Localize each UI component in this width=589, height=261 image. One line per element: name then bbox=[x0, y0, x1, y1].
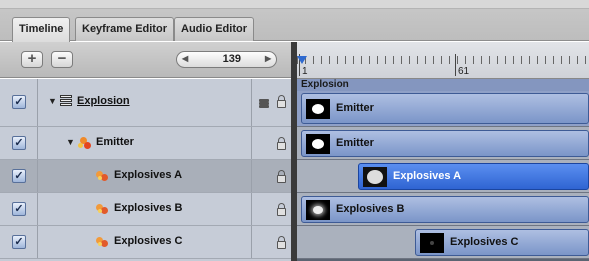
add-layer-button[interactable]: + bbox=[21, 51, 43, 68]
layer-enable-checkbox[interactable]: ✓ bbox=[12, 136, 26, 150]
lock-cell bbox=[251, 226, 291, 258]
timeline-bar-explosives-b[interactable]: Explosives B bbox=[301, 196, 589, 223]
timeline-bar-emitter[interactable]: Emitter bbox=[301, 130, 589, 157]
ruler-major-tick bbox=[455, 54, 456, 76]
timeline-bar-explosion[interactable]: Emitter bbox=[301, 93, 589, 124]
layer-row-emitter[interactable]: ✓ ▼ Emitter bbox=[0, 127, 291, 160]
ruler-label-start: 1 bbox=[302, 66, 308, 77]
bar-thumbnail bbox=[306, 99, 330, 119]
layer-row-explosives-b[interactable]: ✓ Explosives B bbox=[0, 193, 291, 226]
layer-enable-checkbox[interactable]: ✓ bbox=[12, 169, 26, 183]
layer-row-explosives-a[interactable]: ✓ Explosives A bbox=[0, 160, 291, 193]
particle-cell-icon bbox=[95, 202, 109, 216]
group-track-label: Explosion bbox=[297, 79, 589, 91]
tab-bar: Timeline Keyframe Editor Audio Editor bbox=[0, 0, 589, 42]
timeline-window: Timeline Keyframe Editor Audio Editor + … bbox=[0, 0, 589, 261]
bar-thumbnail bbox=[363, 167, 387, 187]
layer-name[interactable]: Explosives B bbox=[114, 202, 182, 214]
ruler-label-mid: 61 bbox=[458, 66, 470, 77]
bar-label: Emitter bbox=[336, 102, 374, 114]
bar-label: Emitter bbox=[336, 137, 374, 149]
track-row-explosion: Explosion Emitter bbox=[297, 79, 589, 127]
ruler-ticks bbox=[297, 56, 589, 64]
bar-label: Explosives A bbox=[393, 170, 462, 182]
playhead-marker[interactable] bbox=[297, 56, 307, 64]
timeline-bar-explosives-c[interactable]: Explosives C bbox=[415, 229, 589, 256]
timeline-bar-explosives-a[interactable]: Explosives A bbox=[358, 163, 589, 190]
checkbox-cell: ✓ bbox=[0, 79, 38, 126]
layer-row-explosives-c[interactable]: ✓ Explosives C bbox=[0, 226, 291, 259]
layer-enable-checkbox[interactable]: ✓ bbox=[12, 95, 26, 109]
bar-thumbnail bbox=[306, 200, 330, 220]
layers-list: ✓ ▼ Explosion ✓ ▼ Emitter ✓ Explosives A… bbox=[0, 79, 291, 261]
lock-icon[interactable] bbox=[277, 95, 286, 108]
bar-label: Explosives C bbox=[450, 236, 519, 248]
current-frame-field[interactable]: ◀ 139 ▶ bbox=[176, 51, 277, 68]
current-frame-value: 139 bbox=[222, 53, 241, 65]
group-icon bbox=[60, 95, 73, 107]
track-row-explosives-b: Explosives B bbox=[297, 193, 589, 226]
checkbox-cell: ✓ bbox=[0, 160, 38, 192]
tab-audio-editor[interactable]: Audio Editor bbox=[174, 17, 254, 41]
checkbox-cell: ✓ bbox=[0, 226, 38, 258]
lock-icon[interactable] bbox=[277, 236, 286, 249]
next-frame-icon[interactable]: ▶ bbox=[265, 54, 271, 63]
layer-controls-bar: + − ◀ 139 ▶ bbox=[0, 42, 291, 78]
track-row-emitter: Emitter bbox=[297, 127, 589, 160]
lock-cell bbox=[251, 193, 291, 225]
timeline-tracks: Explosion Emitter Emitter Explosives A E… bbox=[297, 79, 589, 261]
tab-timeline[interactable]: Timeline bbox=[12, 17, 71, 42]
emitter-icon bbox=[78, 136, 92, 150]
layer-stack-icon[interactable] bbox=[259, 99, 269, 108]
layer-enable-checkbox[interactable]: ✓ bbox=[12, 202, 26, 216]
timeline-ruler[interactable]: 1 61 bbox=[297, 42, 589, 79]
checkbox-cell: ✓ bbox=[0, 193, 38, 225]
particle-cell-icon bbox=[95, 235, 109, 249]
lock-cell bbox=[251, 79, 291, 126]
layer-name[interactable]: Explosives A bbox=[114, 169, 182, 181]
tab-bar-top-strip bbox=[0, 0, 589, 9]
layer-row-explosion[interactable]: ✓ ▼ Explosion bbox=[0, 79, 291, 127]
layer-name[interactable]: Emitter bbox=[96, 136, 134, 148]
layer-name[interactable]: Explosives C bbox=[114, 235, 182, 247]
lock-cell bbox=[251, 160, 291, 192]
lock-icon[interactable] bbox=[277, 203, 286, 216]
bar-thumbnail bbox=[306, 134, 330, 154]
previous-frame-icon[interactable]: ◀ bbox=[182, 54, 188, 63]
track-row-explosives-c: Explosives C bbox=[297, 226, 589, 259]
bar-thumbnail bbox=[420, 233, 444, 253]
tab-keyframe-editor[interactable]: Keyframe Editor bbox=[75, 17, 174, 41]
remove-layer-button[interactable]: − bbox=[51, 51, 73, 68]
disclosure-triangle-icon[interactable]: ▼ bbox=[66, 137, 75, 147]
disclosure-triangle-icon[interactable]: ▼ bbox=[48, 96, 57, 106]
lock-cell bbox=[251, 127, 291, 159]
lock-icon[interactable] bbox=[277, 170, 286, 183]
layer-enable-checkbox[interactable]: ✓ bbox=[12, 235, 26, 249]
lock-icon[interactable] bbox=[277, 137, 286, 150]
layer-name[interactable]: Explosion bbox=[77, 95, 130, 107]
bar-label: Explosives B bbox=[336, 203, 405, 215]
track-row-explosives-a: Explosives A bbox=[297, 160, 589, 193]
particle-cell-icon bbox=[95, 169, 109, 183]
checkbox-cell: ✓ bbox=[0, 127, 38, 159]
